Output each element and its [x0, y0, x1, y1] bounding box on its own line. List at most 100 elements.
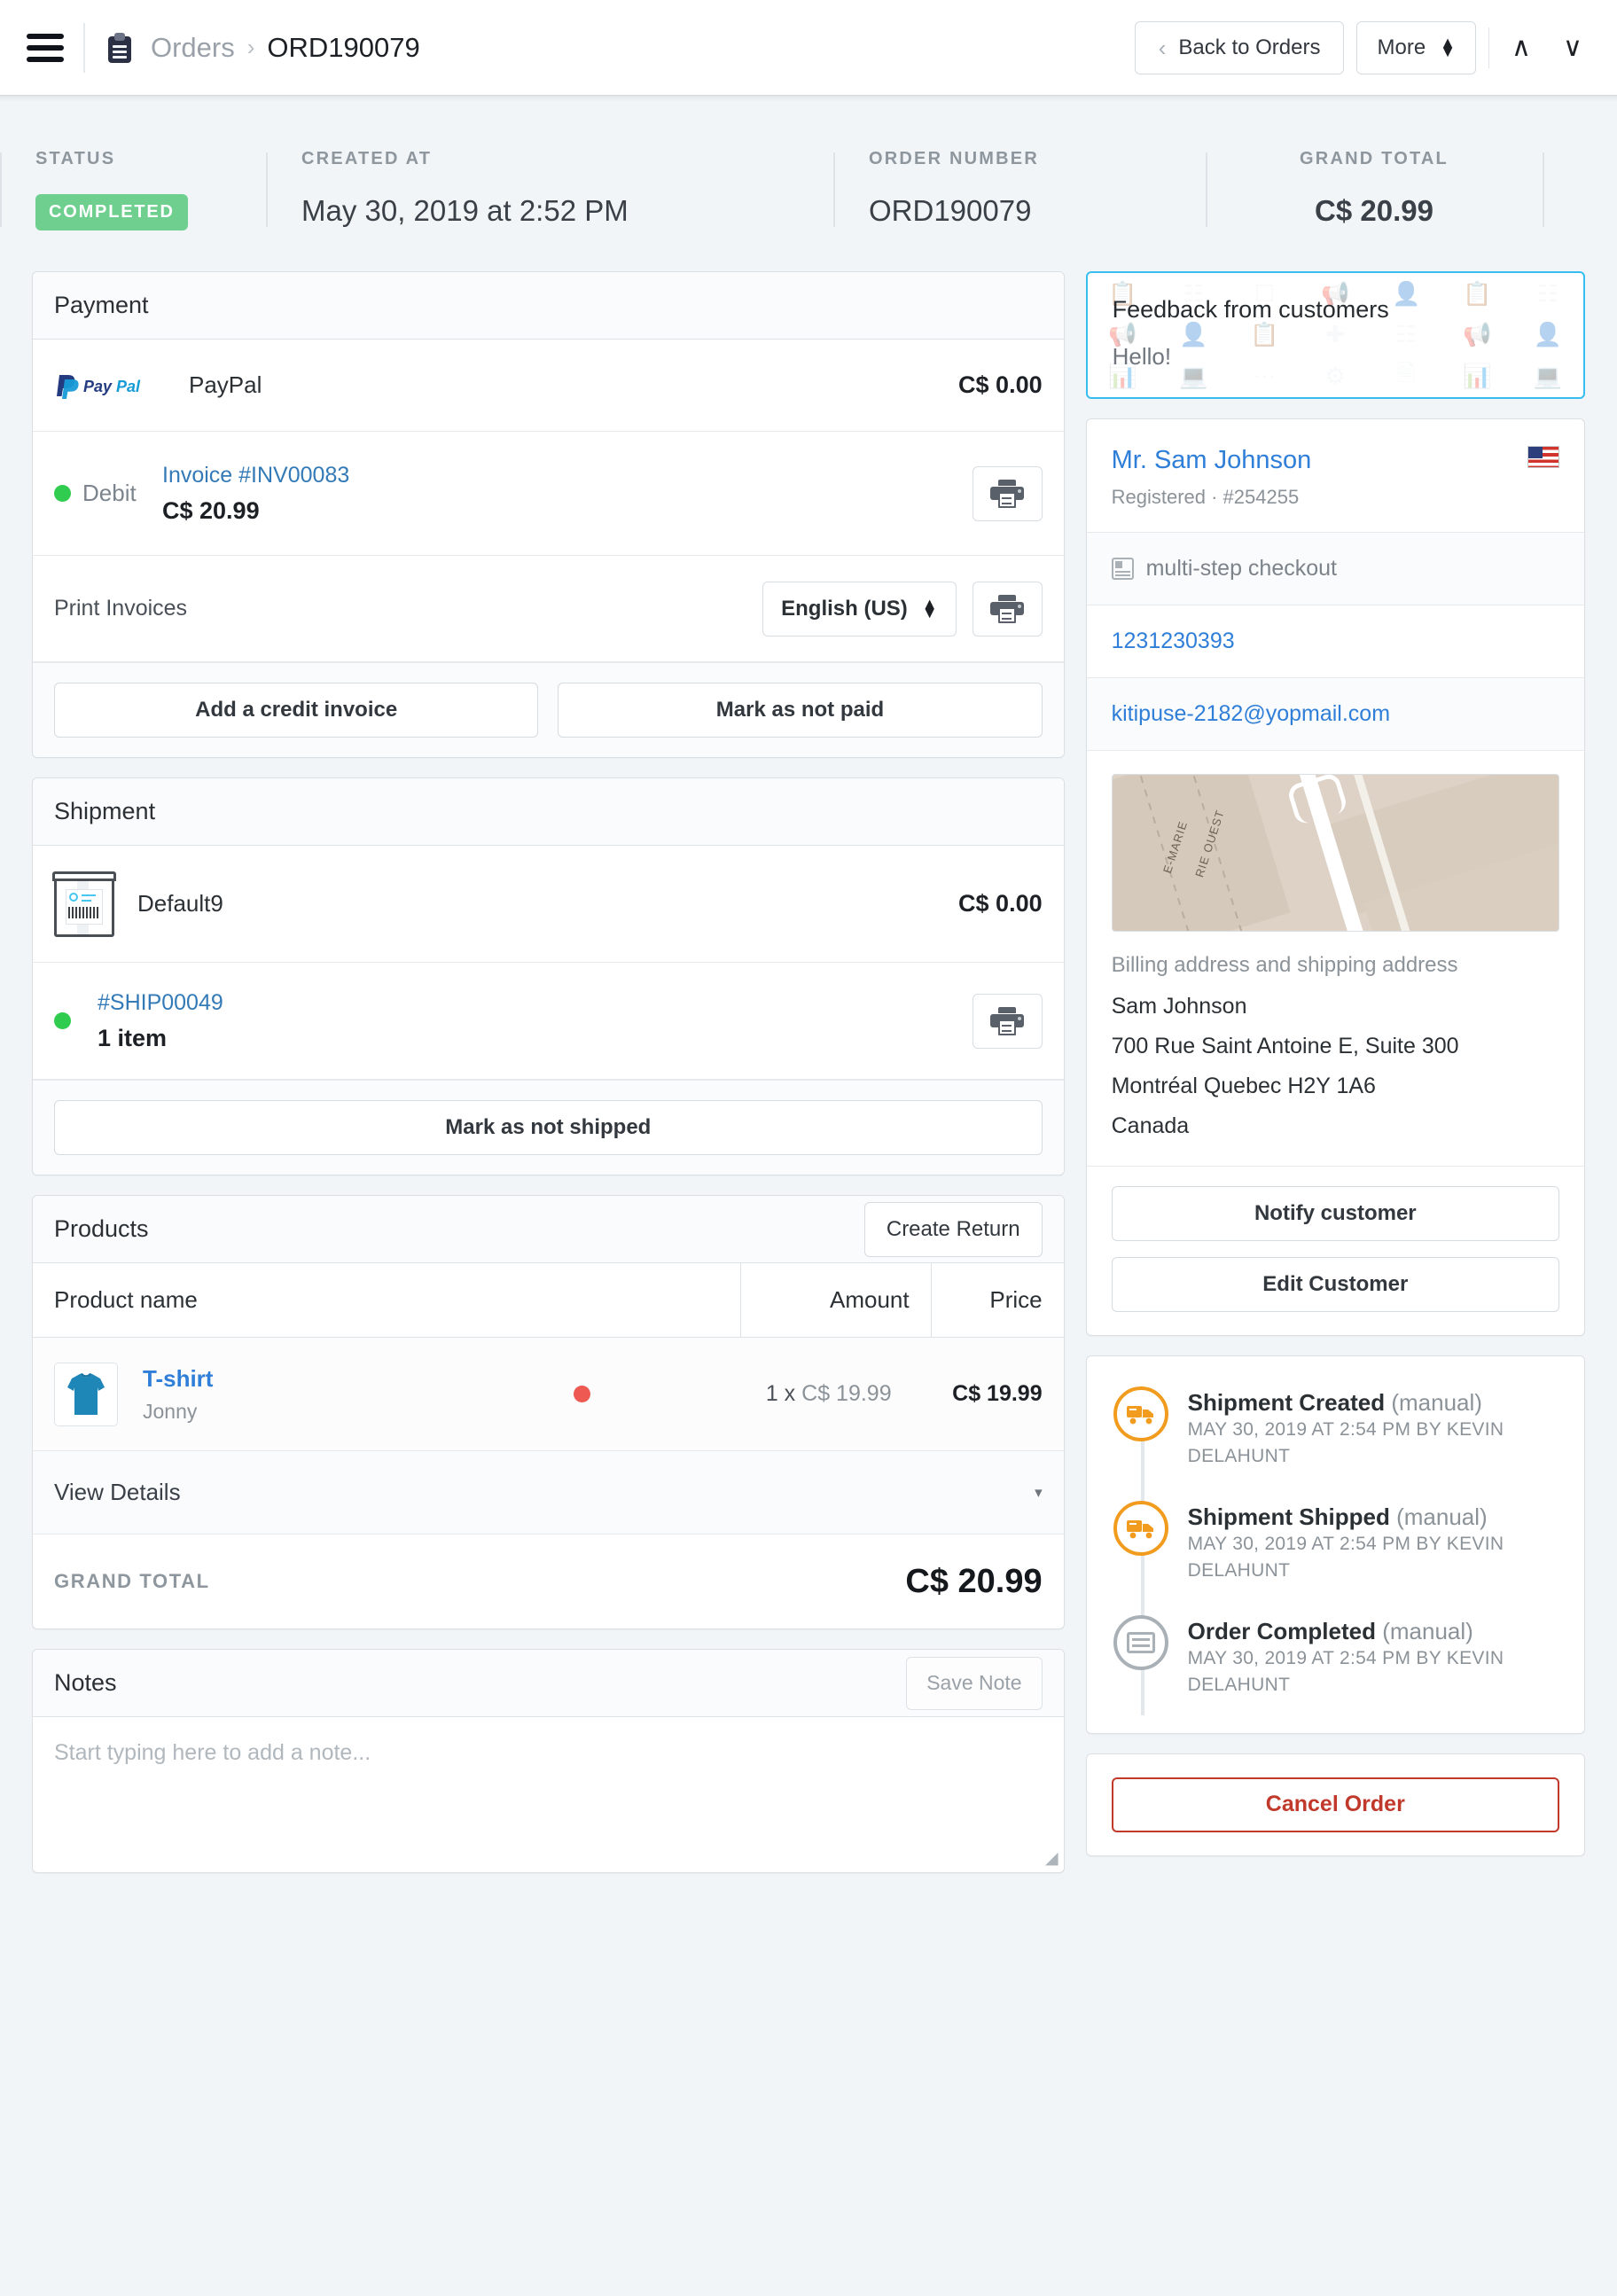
- hamburger-icon[interactable]: [27, 33, 64, 63]
- customer-card: Mr. Sam Johnson Registered · #254255 mul…: [1085, 418, 1585, 1336]
- product-thumbnail[interactable]: [54, 1362, 118, 1426]
- shipment-link[interactable]: #SHIP00049: [98, 990, 223, 1016]
- shipment-item-count: 1 item: [98, 1024, 168, 1051]
- prev-order-button[interactable]: ∧: [1502, 23, 1541, 73]
- customer-actions: Notify customer Edit Customer: [1086, 1166, 1584, 1335]
- breadcrumb-separator-icon: ›: [246, 34, 255, 60]
- summary-status: STATUS COMPLETED: [0, 149, 266, 230]
- printer-icon: [990, 1006, 1025, 1035]
- address-label: Billing address and shipping address: [1111, 953, 1458, 977]
- customer-address: Billing address and shipping address Sam…: [1087, 932, 1584, 1166]
- timeline-event-meta: MAY 30, 2019 AT 2:54 PM BY KEVIN DELAHUN…: [1187, 1533, 1504, 1581]
- address-map[interactable]: E-MARIE RIE OUEST: [1111, 774, 1559, 932]
- view-details-toggle[interactable]: View Details ▾: [33, 1451, 1064, 1535]
- payment-card-header: Payment: [33, 272, 1064, 340]
- list-item: Order Completed (manual) MAY 30, 2019 AT…: [1113, 1614, 1558, 1699]
- mark-as-not-shipped-button[interactable]: Mark as not shipped: [54, 1100, 1043, 1155]
- timeline-event-body: Order Completed (manual) MAY 30, 2019 AT…: [1188, 1615, 1558, 1699]
- print-invoice-button[interactable]: [972, 465, 1043, 521]
- more-button[interactable]: More ▲ ▼: [1356, 20, 1476, 74]
- list-item: Shipment Created (manual) MAY 30, 2019 A…: [1113, 1386, 1558, 1471]
- product-price: C$ 19.99: [952, 1381, 1043, 1406]
- feedback-message: Hello!: [1112, 343, 1172, 370]
- customer-name-link[interactable]: Mr. Sam Johnson: [1112, 446, 1312, 475]
- truck-icon: [1113, 1500, 1168, 1556]
- products-grand-total-row: GRAND TOTAL C$ 20.99: [33, 1535, 1064, 1628]
- address-line: Canada: [1111, 1113, 1190, 1138]
- column-price: Price: [930, 1263, 1064, 1337]
- timeline-event-title: Shipment Created (manual): [1187, 1389, 1482, 1416]
- header-actions: ‹ Back to Orders More ▲ ▼ ∧ ∨: [1134, 20, 1592, 74]
- product-info: T-shirt Jonny: [143, 1365, 213, 1424]
- notes-title: Notes: [54, 1669, 117, 1696]
- svg-text:Pal: Pal: [116, 378, 141, 395]
- updown-caret-icon: ▲ ▼: [1440, 33, 1456, 60]
- paypal-icon: Pay Pal: [54, 371, 164, 400]
- print-invoices-label: Print Invoices: [54, 596, 188, 621]
- shipment-actions: Mark as not shipped: [33, 1080, 1064, 1175]
- print-all-invoices-button[interactable]: [972, 581, 1043, 636]
- notes-card-header: Notes Save Note: [33, 1650, 1064, 1717]
- product-name-link[interactable]: T-shirt: [143, 1365, 213, 1393]
- back-to-orders-button[interactable]: ‹ Back to Orders: [1134, 20, 1345, 74]
- next-order-button[interactable]: ∨: [1553, 23, 1592, 73]
- mark-as-not-paid-button[interactable]: Mark as not paid: [558, 683, 1043, 738]
- main-column: Payment Pay Pal PayPal C$ 0.00 Debit Inv…: [32, 271, 1065, 1873]
- decorative-pattern: 📋 ☷ ☐ 📢 👤 📋 ☷ 📢 👤 📋 ✚ ☷ 📢 👤 📊 💻 ⋯ ⚙ 🖹 📊 💻: [1108, 279, 1563, 390]
- print-invoices-row: Print Invoices English (US) ▲ ▼: [33, 556, 1064, 662]
- customer-identity: Mr. Sam Johnson Registered · #254255: [1112, 446, 1312, 509]
- product-status-dot-icon: [573, 1386, 590, 1402]
- customer-phone-link[interactable]: 1231230393: [1112, 629, 1235, 654]
- table-row: T-shirt Jonny 1 x C$ 19.99 C$ 19.99: [33, 1338, 1064, 1451]
- page-body: Payment Pay Pal PayPal C$ 0.00 Debit Inv…: [0, 271, 1617, 1926]
- clipboard-icon: [108, 32, 131, 63]
- add-credit-invoice-button[interactable]: Add a credit invoice: [54, 683, 539, 738]
- truck-icon: [1113, 1386, 1168, 1441]
- cancel-order-button[interactable]: Cancel Order: [1111, 1777, 1559, 1832]
- notes-card: Notes Save Note ◢: [32, 1649, 1065, 1873]
- summary-created-label: CREATED AT: [301, 149, 433, 168]
- shipment-carrier-row: Default9 C$ 0.00: [33, 846, 1064, 963]
- payment-method-row: Pay Pal PayPal C$ 0.00: [33, 340, 1064, 432]
- chevron-down-icon: ▲ ▼: [921, 594, 938, 621]
- payment-method-name: PayPal: [189, 371, 262, 398]
- summary-order-number: ORDER NUMBER ORD190079: [833, 149, 1206, 230]
- grand-total-label: GRAND TOTAL: [54, 1570, 210, 1592]
- note-input[interactable]: [33, 1717, 1064, 1868]
- us-flag-icon: [1527, 446, 1559, 468]
- svg-text:Pay: Pay: [83, 378, 113, 395]
- breadcrumb: Orders › ORD190079: [151, 32, 420, 64]
- order-timeline: Shipment Created (manual) MAY 30, 2019 A…: [1087, 1356, 1584, 1733]
- products-table-header: Product name Amount Price: [33, 1263, 1064, 1338]
- status-badge: COMPLETED: [35, 194, 188, 230]
- save-note-button[interactable]: Save Note: [906, 1656, 1043, 1710]
- resize-grip-icon[interactable]: ◢: [1045, 1848, 1058, 1869]
- summary-order-label: ORDER NUMBER: [869, 149, 1039, 168]
- products-card-header: Products Create Return: [33, 1196, 1064, 1263]
- breadcrumb-orders-link[interactable]: Orders: [151, 32, 235, 64]
- language-select-value: English (US): [781, 596, 908, 621]
- print-shipment-button[interactable]: [972, 993, 1043, 1049]
- payment-title: Payment: [54, 292, 149, 318]
- customer-email-link[interactable]: kitipuse-2182@yopmail.com: [1112, 701, 1390, 727]
- danger-zone-card: Cancel Order: [1085, 1753, 1585, 1856]
- customer-email-row: kitipuse-2182@yopmail.com: [1086, 678, 1584, 751]
- product-qty: 1 x: [765, 1381, 796, 1406]
- more-label: More: [1377, 35, 1426, 59]
- create-return-button[interactable]: Create Return: [863, 1201, 1043, 1257]
- print-invoices-controls: English (US) ▲ ▼: [762, 581, 1043, 636]
- credit-card-icon: [1113, 1614, 1168, 1670]
- language-select[interactable]: English (US) ▲ ▼: [762, 581, 957, 636]
- map-pin-icon: [1322, 812, 1357, 847]
- status-dot-icon: [54, 1012, 71, 1029]
- notify-customer-button[interactable]: Notify customer: [1111, 1186, 1559, 1241]
- sidebar-column: 📋 ☷ ☐ 📢 👤 📋 ☷ 📢 👤 📋 ✚ ☷ 📢 👤 📊 💻 ⋯ ⚙ 🖹 📊 💻 Feedback from cu…: [1085, 271, 1585, 1856]
- chevron-down-icon: ▾: [1035, 1483, 1043, 1501]
- timeline-event-suffix: (manual): [1391, 1389, 1482, 1416]
- customer-meta: Registered · #254255: [1111, 486, 1300, 508]
- invoice-link[interactable]: Invoice #INV00083: [162, 463, 349, 488]
- edit-customer-button[interactable]: Edit Customer: [1111, 1257, 1559, 1312]
- timeline-event-suffix: (manual): [1396, 1503, 1488, 1530]
- timeline-event-suffix: (manual): [1382, 1617, 1473, 1644]
- timeline-event-meta: MAY 30, 2019 AT 2:54 PM BY KEVIN DELAHUN…: [1187, 1419, 1504, 1467]
